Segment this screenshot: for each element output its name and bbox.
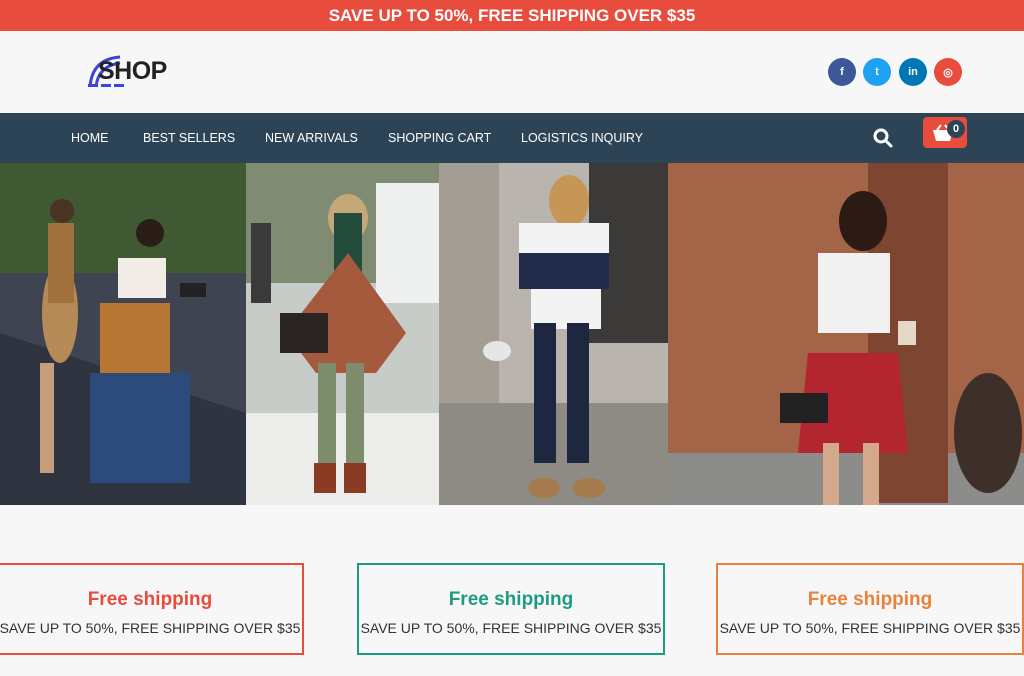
feature-description: SAVE UP TO 50%, FREE SHIPPING OVER $35 <box>360 620 662 636</box>
hero-photo-striped-top <box>439 163 668 505</box>
nav-item-new-arrivals[interactable]: NEW ARRIVALS <box>265 113 358 163</box>
cart-count-badge: 0 <box>947 120 965 138</box>
hero-photo-plaid-poncho <box>246 163 439 505</box>
feature-description: SAVE UP TO 50%, FREE SHIPPING OVER $35 <box>0 620 301 636</box>
hero-photo-street-walkers <box>0 163 246 505</box>
main-nav: HOME BEST SELLERS NEW ARRIVALS SHOPPING … <box>0 113 1024 163</box>
feature-box: Free shipping SAVE UP TO 50%, FREE SHIPP… <box>357 563 665 655</box>
feature-title: Free shipping <box>87 589 213 610</box>
nav-item-logistics-inquiry[interactable]: LOGISTICS INQUIRY <box>521 113 643 163</box>
linkedin-icon: in <box>908 66 918 78</box>
nav-item-shopping-cart[interactable]: SHOPPING CART <box>388 113 491 163</box>
site-header: SHOP f t in ◎ <box>0 31 1024 113</box>
hero-banner[interactable] <box>0 163 1024 505</box>
shop-logo[interactable]: SHOP <box>86 51 176 91</box>
twitter-icon: t <box>875 66 879 78</box>
feature-title: Free shipping <box>807 589 933 610</box>
instagram-icon: ◎ <box>943 66 953 79</box>
linkedin-link[interactable]: in <box>899 58 927 86</box>
instagram-link[interactable]: ◎ <box>934 58 962 86</box>
search-button[interactable] <box>872 127 894 149</box>
search-icon <box>873 128 893 148</box>
promo-text: SAVE UP TO 50%, FREE SHIPPING OVER $35 <box>328 5 696 25</box>
facebook-icon: f <box>840 66 844 78</box>
features-section: Free shipping SAVE UP TO 50%, FREE SHIPP… <box>0 505 1024 676</box>
promo-banner: SAVE UP TO 50%, FREE SHIPPING OVER $35 <box>0 0 1024 31</box>
nav-item-best-sellers[interactable]: BEST SELLERS <box>143 113 235 163</box>
feature-box: Free shipping SAVE UP TO 50%, FREE SHIPP… <box>716 563 1024 655</box>
feature-description: SAVE UP TO 50%, FREE SHIPPING OVER $35 <box>719 620 1021 636</box>
facebook-link[interactable]: f <box>828 58 856 86</box>
logo-text: SHOP <box>98 57 167 85</box>
feature-box: Free shipping SAVE UP TO 50%, FREE SHIPP… <box>0 563 304 655</box>
nav-item-home[interactable]: HOME <box>71 113 109 163</box>
feature-title: Free shipping <box>448 589 574 610</box>
hero-photo-plaid-skirt <box>668 163 1024 505</box>
twitter-link[interactable]: t <box>863 58 891 86</box>
